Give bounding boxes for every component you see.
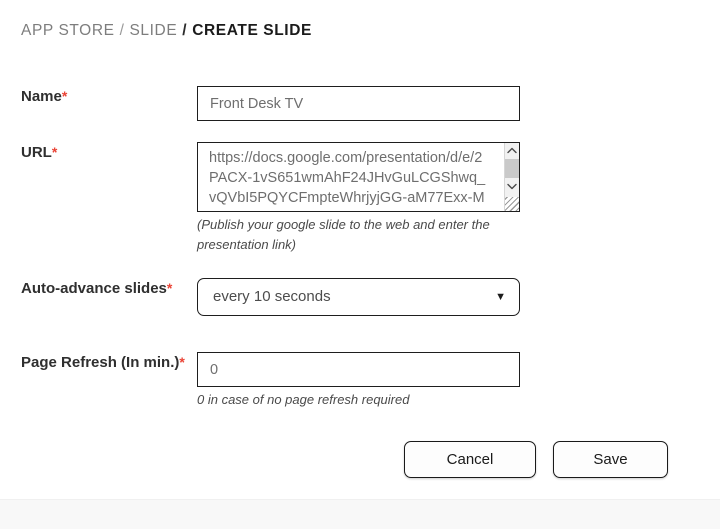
url-textarea[interactable]: https://docs.google.com/presentation/d/e… (197, 142, 520, 212)
url-textarea-wrapper[interactable]: https://docs.google.com/presentation/d/e… (197, 142, 520, 212)
breadcrumb-item-app-store[interactable]: APP STORE (21, 22, 115, 39)
breadcrumb-separator-1: / (119, 22, 125, 39)
url-field-wrapper: https://docs.google.com/presentation/d/e… (197, 142, 527, 255)
auto-advance-label-text: Auto-advance slides (21, 280, 167, 297)
page-refresh-label-text: Page Refresh (In min.) (21, 354, 180, 371)
breadcrumb-item-create-slide: CREATE SLIDE (192, 22, 312, 39)
scroll-down-icon[interactable] (505, 179, 519, 194)
save-button[interactable]: Save (553, 441, 668, 478)
url-textarea-value[interactable]: https://docs.google.com/presentation/d/e… (209, 148, 487, 211)
page-refresh-label: Page Refresh (In min.)* (21, 352, 186, 373)
chevron-down-icon[interactable]: ▼ (495, 278, 506, 316)
breadcrumb: APP STORE / SLIDE / CREATE SLIDE (21, 22, 312, 40)
breadcrumb-item-slide[interactable]: SLIDE (129, 22, 177, 39)
form-actions: Cancel Save (404, 441, 704, 479)
url-hint: (Publish your google slide to the web an… (197, 217, 490, 252)
auto-advance-field-wrapper: every 10 seconds ▼ (197, 278, 520, 316)
page-refresh-input[interactable] (197, 352, 520, 387)
name-required-marker: * (61, 88, 68, 104)
breadcrumb-separator-2: / (182, 22, 188, 39)
cancel-button[interactable]: Cancel (404, 441, 536, 478)
page-refresh-hint: 0 in case of no page refresh required (197, 392, 410, 407)
name-label-text: Name (21, 88, 62, 105)
name-input[interactable] (197, 86, 520, 121)
page-refresh-field-wrapper: 0 in case of no page refresh required (197, 352, 527, 410)
auto-advance-label: Auto-advance slides* (21, 278, 186, 299)
auto-advance-select[interactable]: every 10 seconds ▼ (197, 278, 520, 316)
footer-strip (0, 499, 720, 529)
url-label: URL* (21, 142, 186, 163)
page-refresh-required-marker: * (179, 354, 185, 370)
url-label-text: URL (21, 144, 52, 161)
name-field-wrapper (197, 86, 520, 121)
url-required-marker: * (51, 144, 58, 160)
scroll-up-icon[interactable] (505, 143, 519, 158)
auto-advance-required-marker: * (166, 280, 173, 296)
auto-advance-selected-value: every 10 seconds (213, 288, 331, 305)
resize-handle-icon[interactable] (505, 197, 519, 211)
scrollbar-thumb[interactable] (505, 159, 519, 178)
name-label: Name* (21, 86, 186, 107)
